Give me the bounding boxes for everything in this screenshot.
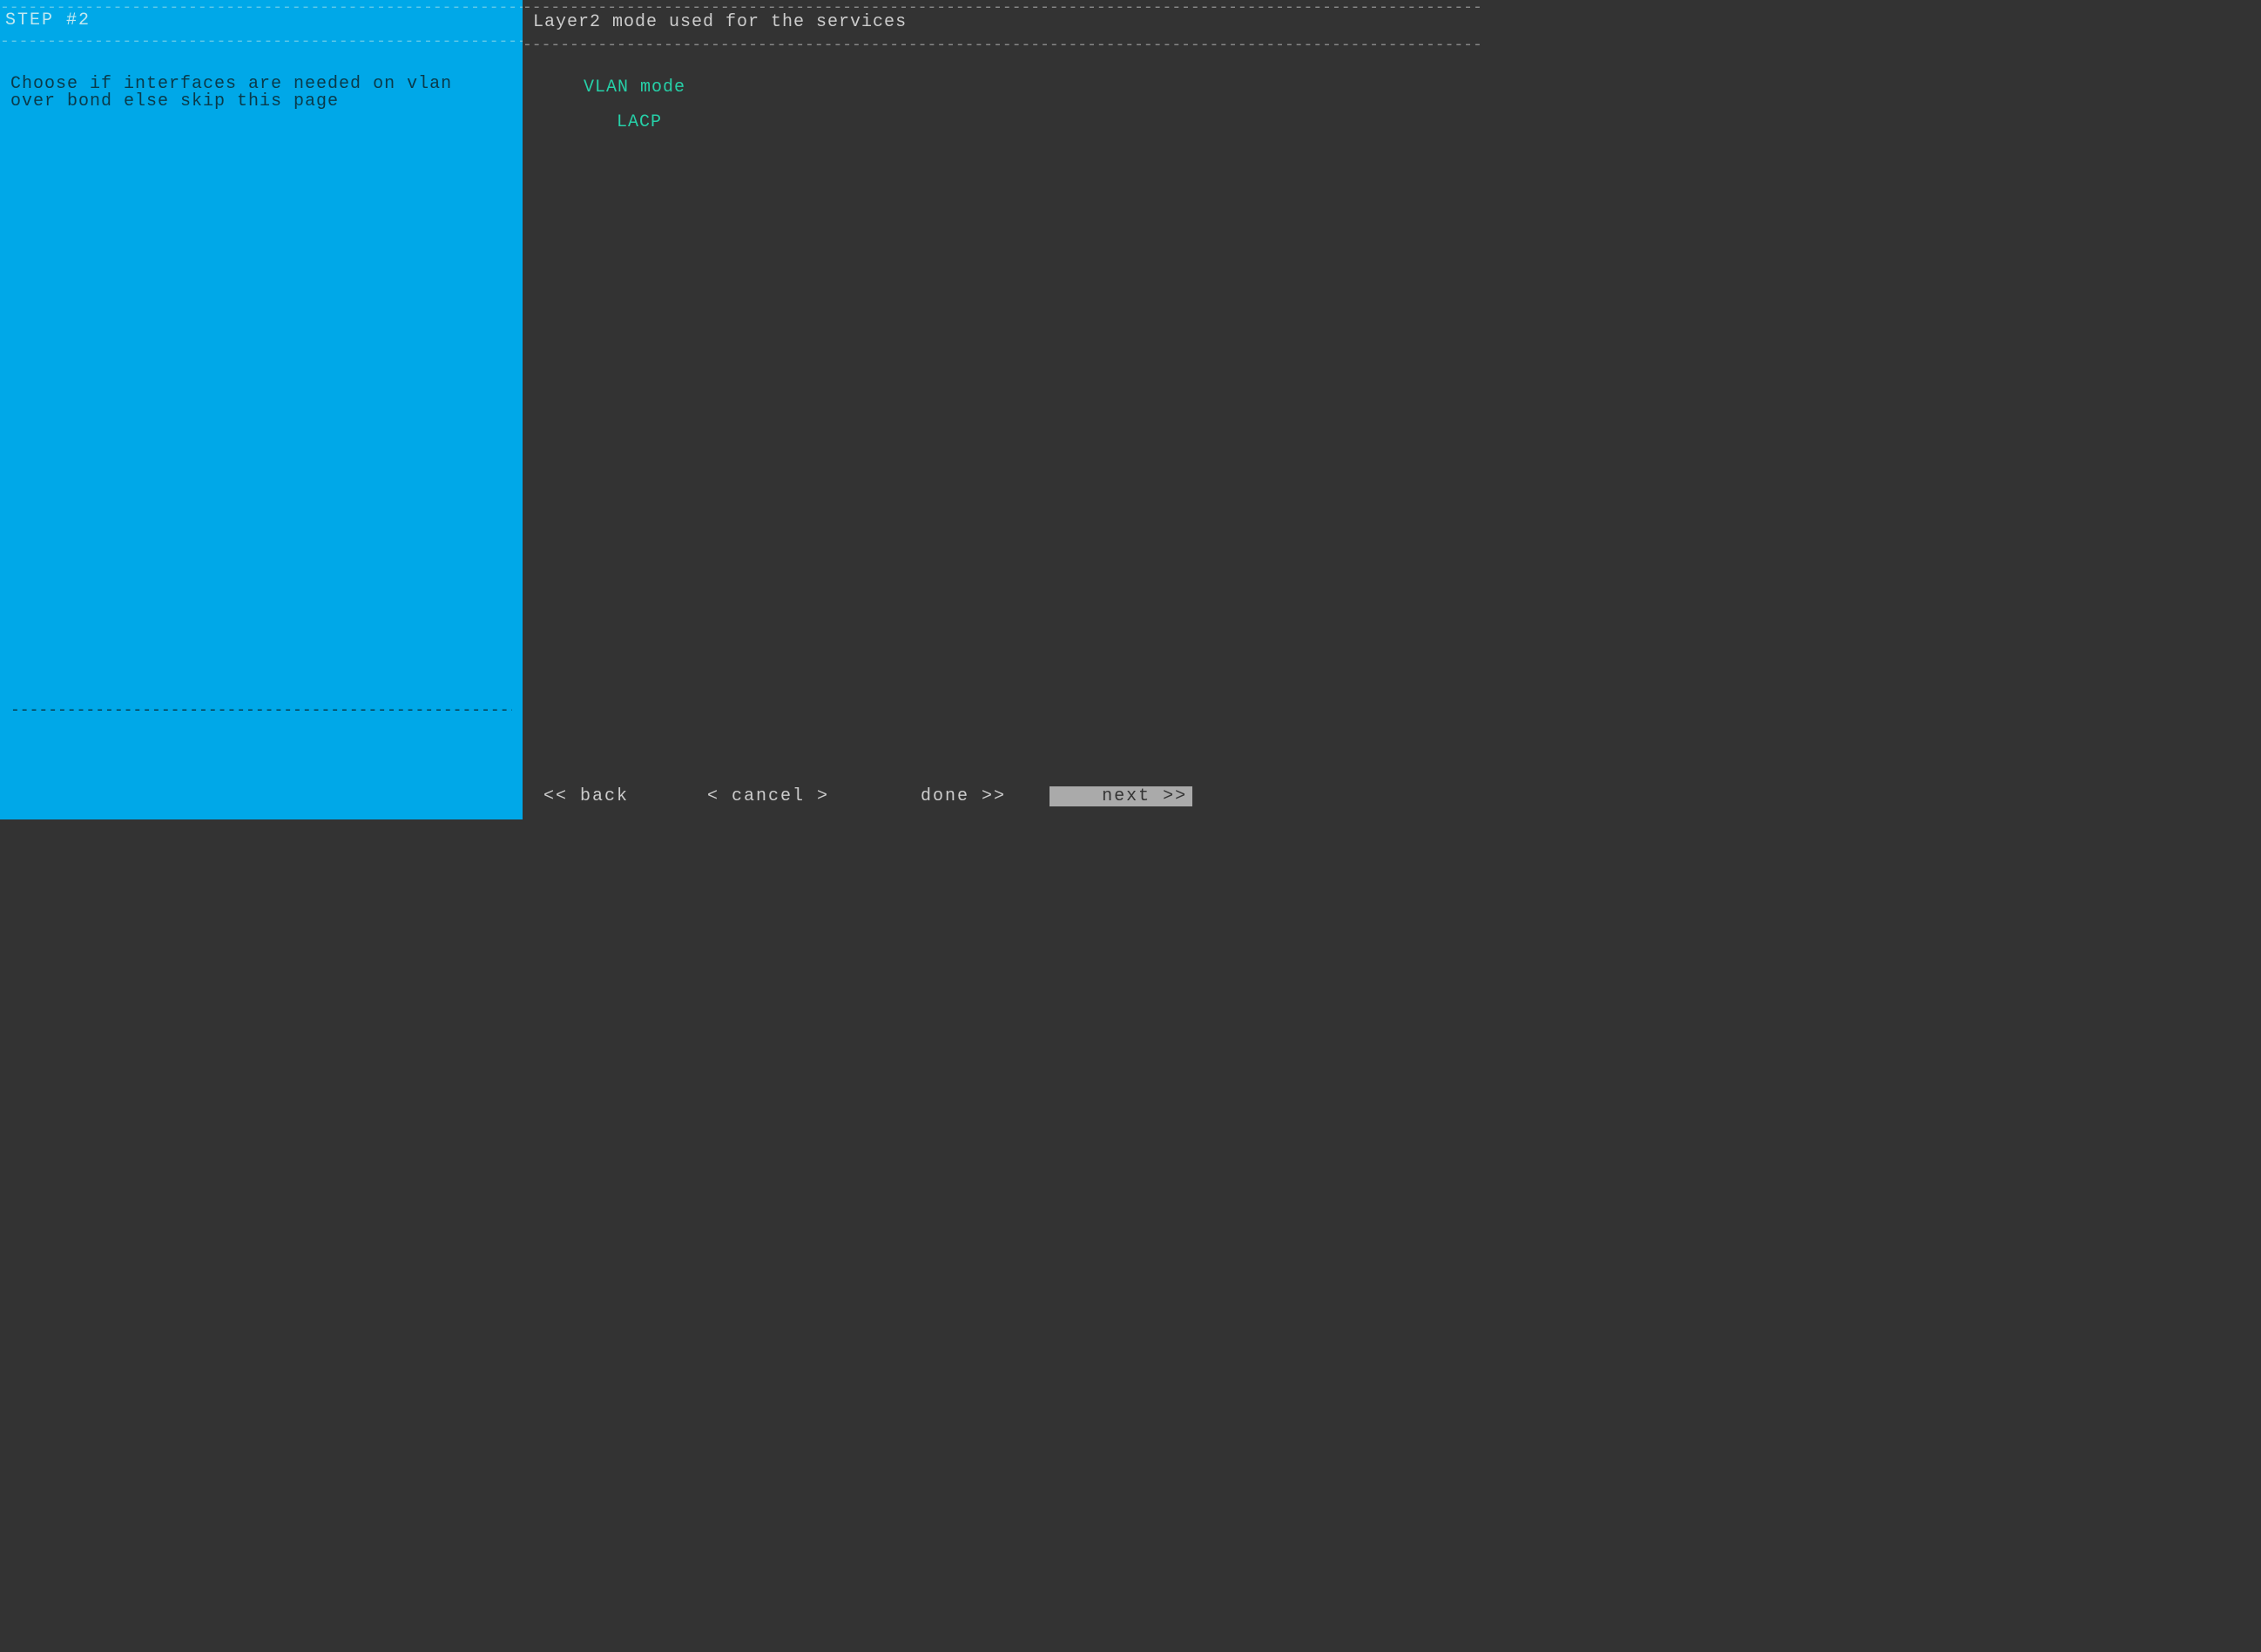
left-body: Choose if interfaces are needed on vlan … [0,43,523,819]
back-button[interactable]: << back [543,786,629,806]
left-panel: ----------------------------------------… [0,0,523,819]
divider-bottom-left: ----------------------------------------… [10,702,512,719]
done-button[interactable]: done >> [921,786,1006,806]
divider-top-left: ----------------------------------------… [0,0,523,9]
next-button[interactable]: next >> [1050,786,1192,806]
divider-top-right: ----------------------------------------… [523,0,1482,9]
option-vlan-mode[interactable]: VLAN mode [523,79,1482,97]
divider-subtitle-right: ----------------------------------------… [523,37,1482,46]
option-lacp[interactable]: LACP [523,114,1482,131]
footer: << back < cancel > done >> next >> [523,786,1482,819]
right-body: VLAN mode LACP [523,46,1482,786]
right-panel: ----------------------------------------… [523,0,1482,819]
cancel-button[interactable]: < cancel > [707,786,829,806]
right-panel-title: Layer2 mode used for the services [523,9,1482,37]
divider-subtitle-left: ----------------------------------------… [0,34,523,43]
step-description: Choose if interfaces are needed on vlan … [0,43,523,111]
step-title: STEP #2 [0,9,523,34]
